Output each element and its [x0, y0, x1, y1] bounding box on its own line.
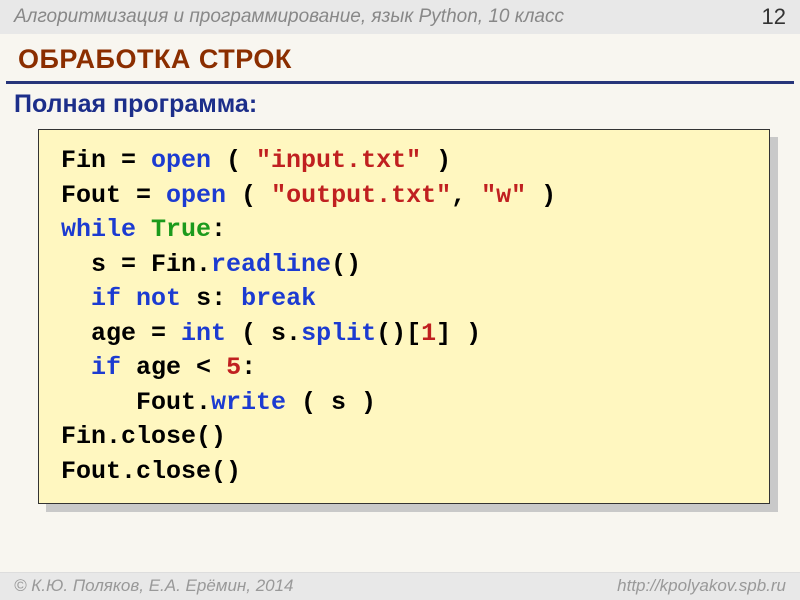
code-string: "input.txt": [256, 146, 421, 175]
slide-footer: © К.Ю. Поляков, Е.А. Ерёмин, 2014 http:/…: [0, 572, 800, 600]
code-text: [136, 215, 151, 244]
code-keyword: int: [181, 319, 226, 348]
code-constant: True: [151, 215, 211, 244]
code-text: s = Fin.: [61, 250, 211, 279]
title-row: ОБРАБОТКА СТРОК: [0, 34, 800, 77]
code-text: ,: [451, 181, 481, 210]
code-text: s:: [181, 284, 241, 313]
code-string: "output.txt": [271, 181, 451, 210]
footer-url: http://kpolyakov.spb.ru: [617, 576, 786, 596]
code-number: 1: [421, 319, 436, 348]
code-keyword: if: [91, 353, 121, 382]
code-number: 5: [226, 353, 241, 382]
code-text: age <: [121, 353, 226, 382]
slide-number: 12: [762, 4, 786, 30]
code-block: Fin = open ( "input.txt" ) Fout = open (…: [38, 129, 770, 504]
code-text: Fout.: [61, 388, 211, 417]
code-text: ): [421, 146, 451, 175]
code-keyword: open: [151, 146, 211, 175]
code-function: split: [301, 319, 376, 348]
code-text: Fout =: [61, 181, 166, 210]
code-string: "w": [481, 181, 526, 210]
code-text: ] ): [436, 319, 481, 348]
code-text: Fin.close(): [61, 422, 226, 451]
code-text: age =: [61, 319, 181, 348]
code-keyword: not: [136, 284, 181, 313]
code-text: ( s.: [226, 319, 301, 348]
code-keyword: while: [61, 215, 136, 244]
code-text: Fin =: [61, 146, 151, 175]
code-container: Fin = open ( "input.txt" ) Fout = open (…: [38, 129, 770, 504]
code-text: Fout.close(): [61, 457, 241, 486]
code-text: (): [331, 250, 361, 279]
code-function: write: [211, 388, 286, 417]
code-text: :: [211, 215, 226, 244]
code-text: [61, 353, 91, 382]
slide-heading: ОБРАБОТКА СТРОК: [18, 44, 782, 75]
code-keyword: open: [166, 181, 226, 210]
code-function: readline: [211, 250, 331, 279]
code-text: ): [526, 181, 556, 210]
course-title: Алгоритмизация и программирование, язык …: [14, 6, 564, 28]
slide-header: Алгоритмизация и программирование, язык …: [0, 0, 800, 34]
code-text: ()[: [376, 319, 421, 348]
code-text: :: [241, 353, 256, 382]
slide-subheading: Полная программа:: [0, 84, 800, 129]
code-text: ( s ): [286, 388, 376, 417]
footer-copyright: © К.Ю. Поляков, Е.А. Ерёмин, 2014: [14, 576, 294, 596]
code-text: [61, 284, 91, 313]
code-keyword: if: [91, 284, 121, 313]
code-text: (: [226, 181, 271, 210]
code-keyword: break: [241, 284, 316, 313]
code-text: (: [211, 146, 256, 175]
code-text: [121, 284, 136, 313]
